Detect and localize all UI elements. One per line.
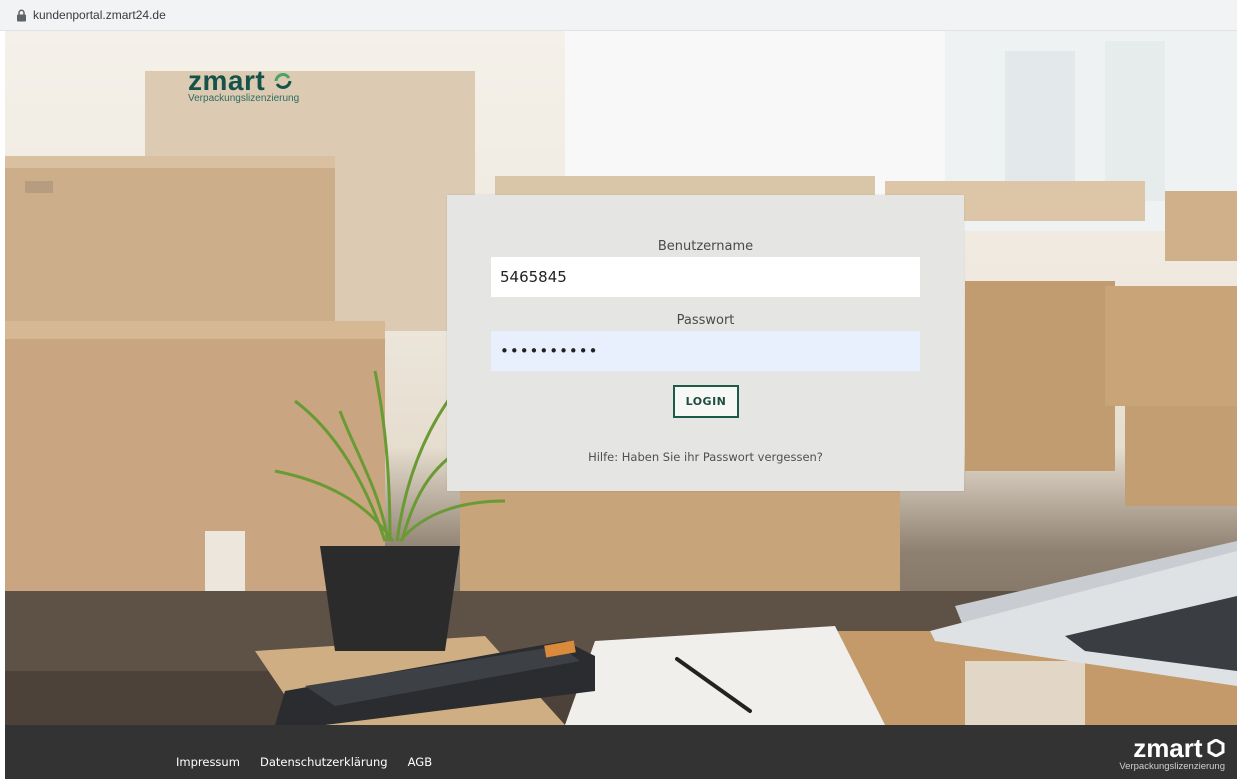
logo-tagline: Verpackungslizenzierung (188, 93, 300, 104)
username-input[interactable] (491, 257, 920, 297)
forgot-password-link[interactable]: Hilfe: Haben Sie ihr Passwort vergessen? (447, 450, 964, 464)
lock-icon (17, 9, 26, 21)
logo-wordmark: zmart (188, 65, 266, 96)
login-panel: Benutzername Passwort LOGIN Hilfe: Haben… (447, 195, 964, 491)
login-page: zmart Verpackungslizenzierung Benutzerna… (5, 31, 1237, 725)
recycle-icon (1207, 738, 1225, 758)
browser-address-bar[interactable]: kundenportal.zmart24.de (0, 0, 1237, 31)
footer-logo-wordmark: zmart (1133, 733, 1203, 763)
zmart-logo[interactable]: zmart Verpackungslizenzierung (188, 65, 300, 105)
footer-logo[interactable]: zmart Verpackungslizenzierung (1119, 735, 1225, 772)
username-label: Benutzername (657, 239, 754, 254)
footer-link-agb[interactable]: AGB (408, 755, 432, 769)
footer-link-impressum[interactable]: Impressum (176, 755, 240, 769)
footer: Impressum Datenschutzerklärung AGB zmart… (5, 725, 1237, 779)
url-text[interactable]: kundenportal.zmart24.de (33, 8, 166, 22)
recycle-icon (274, 73, 292, 89)
footer-logo-tagline: Verpackungslizenzierung (1119, 761, 1225, 772)
footer-link-datenschutz[interactable]: Datenschutzerklärung (260, 755, 388, 769)
password-label: Passwort (676, 313, 735, 328)
footer-links: Impressum Datenschutzerklärung AGB (176, 751, 447, 770)
password-input[interactable] (491, 331, 920, 371)
login-button[interactable]: LOGIN (673, 385, 739, 418)
